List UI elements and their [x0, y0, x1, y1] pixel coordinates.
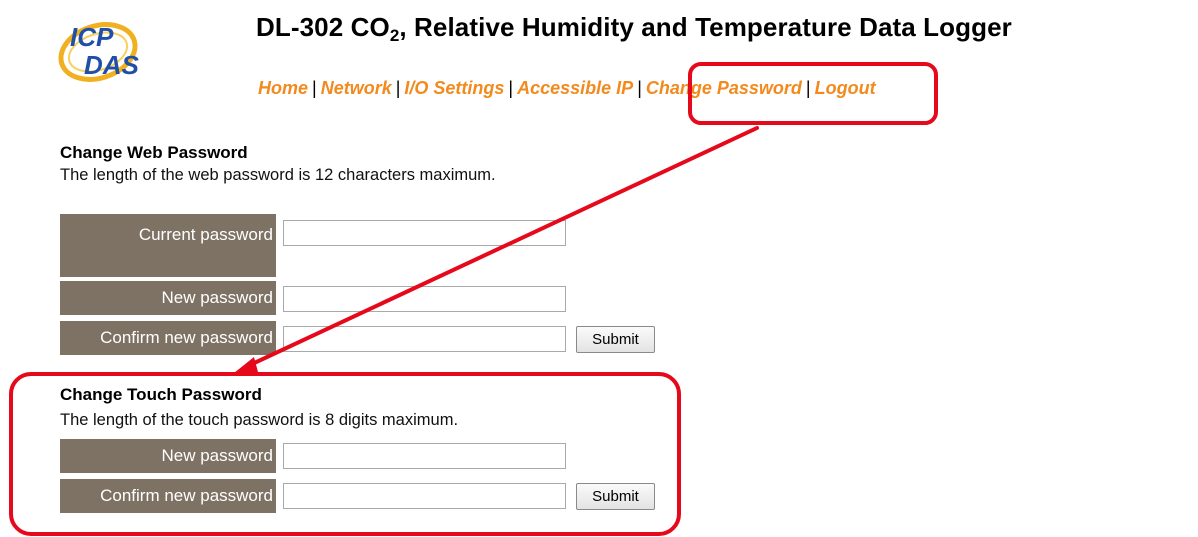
touch-section-highlight-box [9, 372, 681, 536]
icp-das-logo: ICP DAS [58, 22, 140, 82]
nav-io-settings-link[interactable]: I/O Settings [404, 78, 504, 98]
confirm-web-password-field[interactable] [283, 326, 566, 352]
new-web-password-label: New password [60, 281, 276, 315]
nav-separator: | [637, 78, 642, 98]
confirm-web-password-label: Confirm new password [60, 321, 276, 355]
nav-separator: | [395, 78, 401, 98]
svg-text:DAS: DAS [84, 50, 140, 80]
current-password-field[interactable] [283, 220, 566, 246]
nav-separator: | [508, 78, 514, 98]
nav-home-link[interactable]: Home [258, 78, 308, 98]
web-password-description: The length of the web password is 12 cha… [60, 166, 496, 184]
nav-highlight-box [688, 62, 938, 125]
web-password-submit-button[interactable]: Submit [576, 326, 655, 353]
new-web-password-field[interactable] [283, 286, 566, 312]
nav-network-link[interactable]: Network [321, 78, 392, 98]
nav-separator: | [312, 78, 317, 98]
web-password-title: Change Web Password [60, 143, 248, 162]
nav-accessible-ip-link[interactable]: Accessible IP [517, 78, 633, 98]
svg-text:ICP: ICP [70, 22, 114, 52]
current-password-label: Current password [60, 214, 276, 277]
page-title: DL-302 CO2, Relative Humidity and Temper… [256, 12, 1012, 45]
